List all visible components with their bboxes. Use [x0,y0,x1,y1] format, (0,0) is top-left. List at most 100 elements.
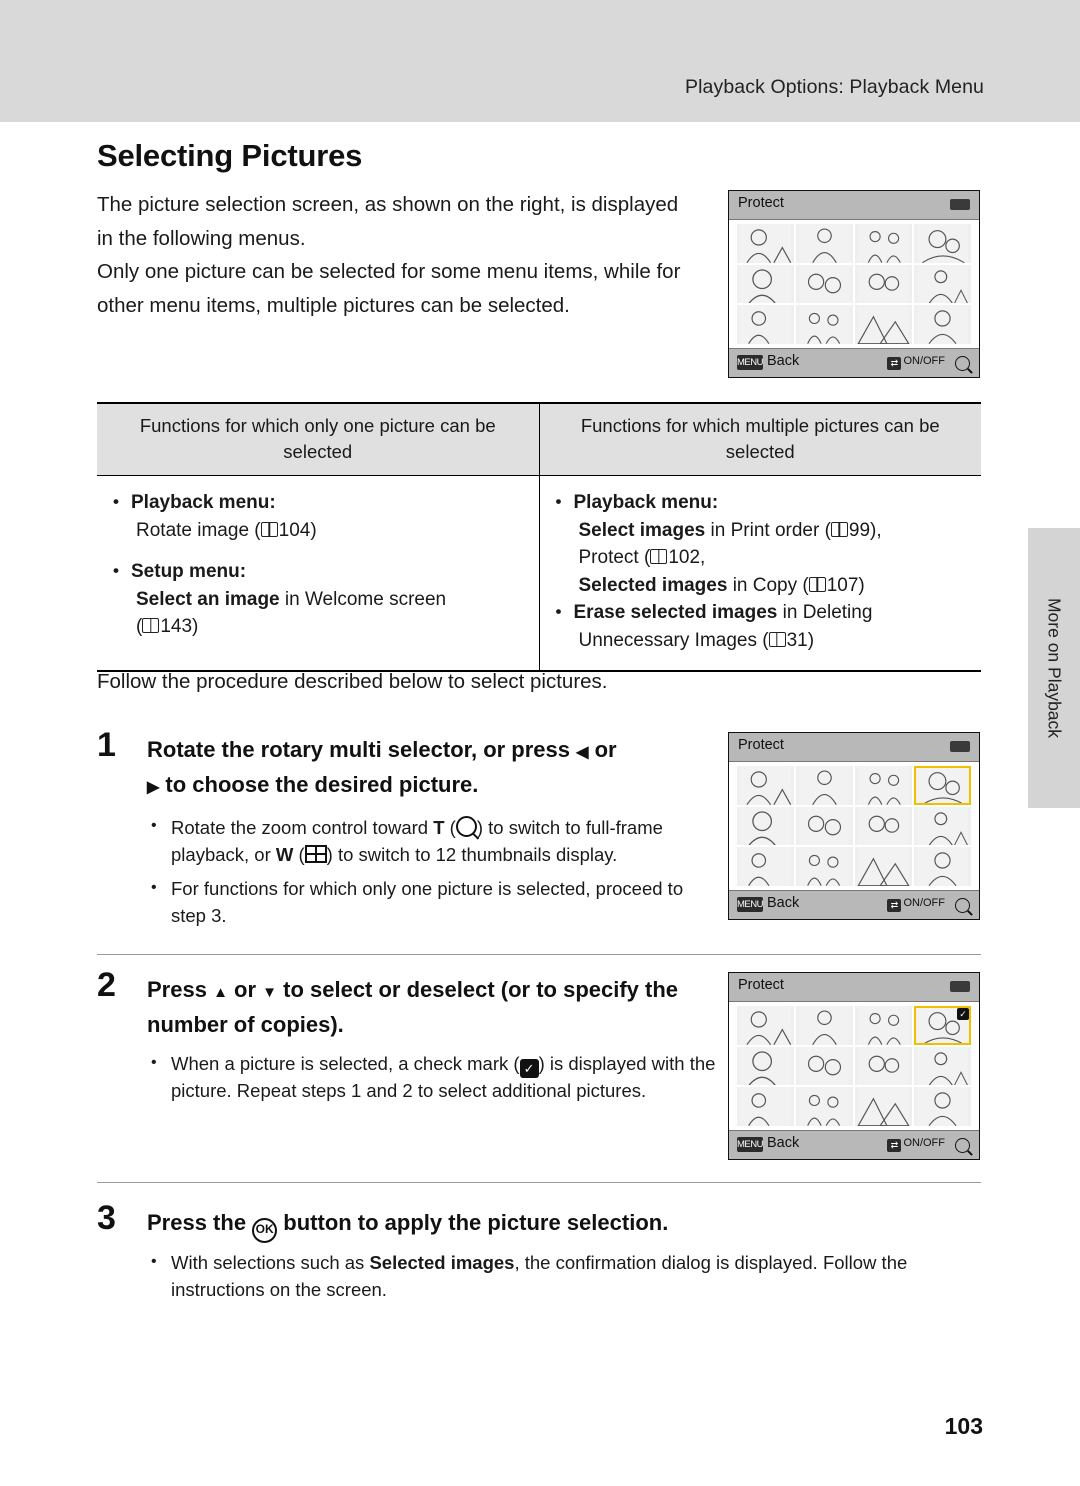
select-image-ref-line: (143) [136,616,199,637]
thumbnail[interactable] [737,806,794,846]
thumbnail[interactable] [796,224,853,263]
thumbnail-selected-checked[interactable]: ✓ [914,1006,971,1045]
confirm-hint-a: With selections such as [171,1252,370,1273]
thumbnail[interactable] [796,847,853,886]
step-3-title-c: button to apply the picture selection. [277,1210,669,1235]
thumbnail[interactable] [796,806,853,846]
step-3-title-a: Press the [147,1210,253,1235]
zoom-icon [955,898,970,913]
book-icon [260,521,278,537]
divider [97,954,981,955]
thumbnail[interactable] [855,1087,912,1126]
thumbnail[interactable] [737,224,794,263]
thumbnail[interactable] [855,305,912,344]
thumbnail[interactable] [914,224,971,263]
thumbnail[interactable] [796,1087,853,1126]
selected-images-rest: in Copy ( [727,574,809,596]
selected-images-ref: 107) [826,574,865,596]
camera-title-bar: Protect [729,973,979,1002]
select-images-entry: Select images in Print order (99), [554,517,968,545]
onoff-key-icon: ⇄ [887,357,902,370]
battery-icon [950,981,970,992]
protect-entry: Protect (102, [554,544,968,572]
thumbnail[interactable] [796,1046,853,1086]
thumbnail[interactable] [914,264,971,304]
thumbnail[interactable] [855,766,912,805]
zoom-hint-e: ) to switch to 12 thumbnails display. [326,844,618,865]
thumbnail[interactable] [855,1006,912,1045]
thumbnail[interactable] [855,1046,912,1086]
thumbnail[interactable] [796,264,853,304]
protect-text: Protect ( [578,547,651,568]
camera-screen-protect-2: Protect MENU Back ⇄ ON/OFF [728,732,980,920]
unnecessary-images-text: Unnecessary Images ( [578,629,769,651]
thumbnail[interactable] [914,806,971,846]
back-label[interactable]: Back [767,353,799,369]
magnify-icon [455,816,477,837]
thumbnail[interactable] [914,1046,971,1086]
playback-menu-label: Playback menu: [111,488,525,517]
intro-paragraph-1: The picture selection screen, as shown o… [97,193,679,250]
onoff-label: ON/OFF [903,355,945,367]
battery-icon [950,741,970,752]
select-an-image-rest: in Welcome screen [279,588,447,610]
thumbnail[interactable] [737,1006,794,1045]
select-an-image-bold: Select an image [136,588,280,610]
tele-key-label: T [433,817,445,838]
thumbnail-grid[interactable] [737,224,971,344]
up-arrow-icon [213,977,228,1002]
thumbnail[interactable] [855,806,912,846]
thumbnail[interactable] [737,1087,794,1126]
table-cell-single: Playback menu: Rotate image (104) Setup … [97,475,540,672]
select-an-image-ref: 143) [160,616,199,637]
divider [97,1182,981,1183]
thumbnail[interactable] [855,224,912,263]
thumbnail[interactable] [737,847,794,886]
rotate-image-text: Rotate image ( [136,519,261,541]
side-tab-label: More on Playback [1044,597,1065,739]
onoff-hint: ⇄ ON/OFF [887,355,945,370]
thumbnail[interactable] [737,305,794,344]
step-3: 3 Press the OK button to apply the pictu… [97,1199,981,1310]
thumbnail-grid[interactable] [737,766,971,886]
wide-key-label: W [275,844,294,865]
thumbnail[interactable] [796,766,853,805]
book-icon [808,576,826,592]
step-2-bullet-1: When a picture is selected, a check mark… [147,1049,717,1104]
onoff-hint: ⇄ ON/OFF [887,897,945,912]
erase-selected-rest: in Deleting [777,602,873,623]
check-mark-icon: ✓ [519,1059,539,1078]
running-head: Playback Options: Playback Menu [685,76,984,98]
table-header-multiple: Functions for which multiple pictures ca… [538,402,981,476]
page-header-band [0,0,1080,122]
thumbnail[interactable] [796,1006,853,1045]
step-2-body: When a picture is selected, a check mark… [147,1049,717,1104]
back-label[interactable]: Back [767,1135,799,1151]
checkmark-hint-a: When a picture is selected, a check mark… [171,1053,520,1074]
step-1-title: Rotate the rotary multi selector, or pre… [147,734,717,804]
step-1-title-a: Rotate the rotary multi selector, or pre… [147,737,577,762]
select-images-bold: Select images [578,519,706,541]
menu-key-icon[interactable]: MENU [737,1137,763,1152]
menu-key-icon[interactable]: MENU [737,355,763,370]
thumbnail-grid[interactable]: ✓ [737,1006,971,1126]
function-comparison-table: Functions for which only one picture can… [97,402,981,672]
thumbnail[interactable] [855,264,912,304]
step-2-title: Press or to select or deselect (or to sp… [147,974,717,1041]
camera-status-bar: MENU Back ⇄ ON/OFF [729,1130,979,1159]
thumbnail[interactable] [855,847,912,886]
thumbnail[interactable] [737,766,794,805]
unnecessary-images-ref: 31) [786,629,815,651]
page-number: 103 [944,1413,983,1439]
thumbnail[interactable] [737,264,794,304]
thumbnail-selected[interactable] [914,766,971,805]
thumbnail[interactable] [914,1087,971,1126]
thumbnail[interactable] [914,847,971,886]
thumbnail[interactable] [796,305,853,344]
thumbnail[interactable] [737,1046,794,1086]
rotate-image-ref: 104) [278,519,317,541]
thumbnail[interactable] [914,305,971,344]
onoff-hint: ⇄ ON/OFF [887,1137,945,1152]
back-label[interactable]: Back [767,895,799,911]
menu-key-icon[interactable]: MENU [737,897,763,912]
